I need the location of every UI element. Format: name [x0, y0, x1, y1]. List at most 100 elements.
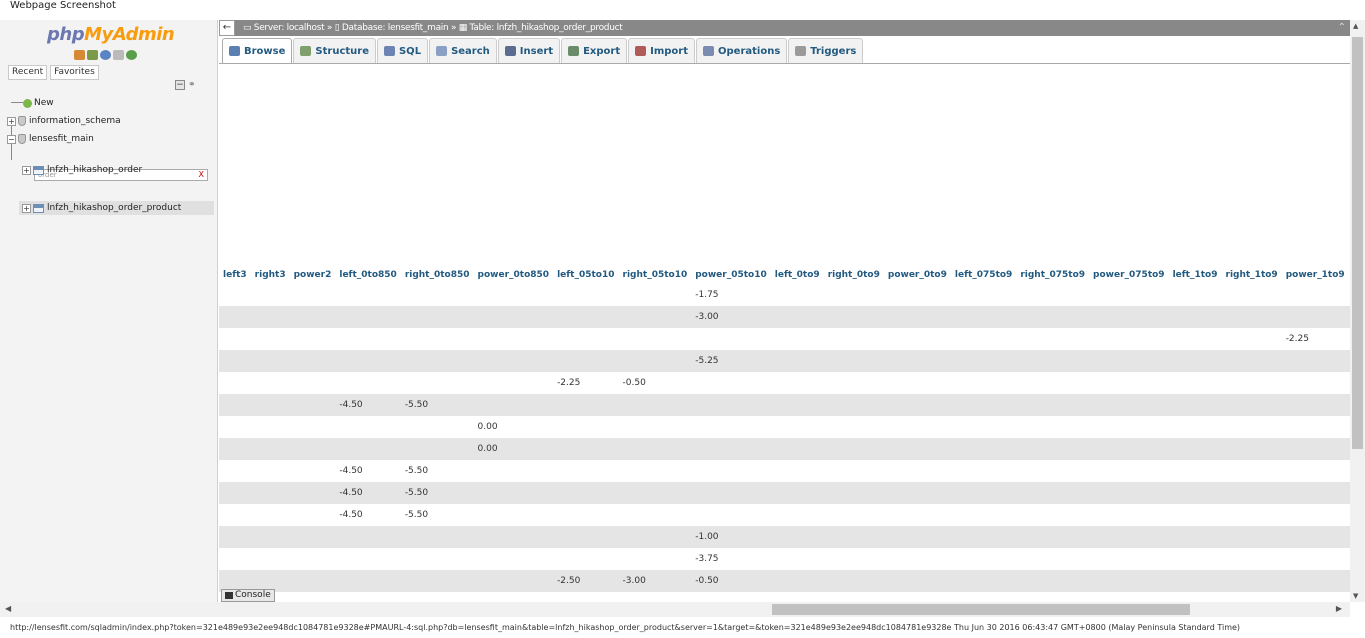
table-row[interactable]: -4.50 -5.50	[219, 504, 1350, 526]
table-cell[interactable]	[618, 328, 692, 350]
table-cell[interactable]	[618, 306, 692, 328]
table-cell[interactable]	[770, 328, 824, 350]
table-cell[interactable]	[553, 504, 619, 526]
table-cell[interactable]	[691, 438, 771, 460]
table-cell[interactable]	[1089, 504, 1169, 526]
table-cell[interactable]	[473, 504, 554, 526]
docs-icon[interactable]	[113, 50, 124, 60]
tree-item-order-table[interactable]: + lnfzh_hikashop_order	[22, 163, 142, 177]
table-cell[interactable]	[950, 284, 1017, 306]
table-cell[interactable]: -3.00	[691, 306, 771, 328]
table-cell[interactable]	[1089, 526, 1169, 548]
table-cell[interactable]	[400, 416, 474, 438]
table-cell[interactable]	[250, 482, 290, 504]
table-cell[interactable]	[883, 372, 951, 394]
table-cell[interactable]	[883, 350, 951, 372]
table-cell[interactable]	[618, 416, 692, 438]
table-cell[interactable]: -1.75	[691, 284, 771, 306]
table-cell[interactable]	[770, 548, 824, 570]
table-cell[interactable]	[473, 372, 554, 394]
table-cell[interactable]: -2.25	[553, 372, 619, 394]
scroll-down-icon[interactable]: ▼	[1353, 592, 1358, 600]
table-cell[interactable]	[823, 416, 884, 438]
table-cell[interactable]	[950, 570, 1017, 592]
table-cell[interactable]	[553, 526, 619, 548]
table-cell[interactable]	[400, 284, 474, 306]
table-cell[interactable]	[1168, 328, 1222, 350]
table-row[interactable]: -1.00	[219, 526, 1350, 548]
table-row[interactable]: -3.75	[219, 548, 1350, 570]
table-cell[interactable]: -5.50	[400, 482, 474, 504]
table-cell[interactable]	[250, 350, 290, 372]
table-cell[interactable]	[770, 438, 824, 460]
vertical-scroll-thumb[interactable]	[1352, 37, 1363, 449]
table-row[interactable]: -2.25	[219, 328, 1350, 350]
table-cell[interactable]	[473, 526, 554, 548]
tab-export[interactable]: Export	[561, 38, 628, 63]
table-cell[interactable]: -5.50	[400, 504, 474, 526]
table-cell[interactable]	[883, 416, 951, 438]
table-cell[interactable]: -5.50	[400, 460, 474, 482]
table-cell[interactable]	[691, 328, 771, 350]
table-cell[interactable]	[1016, 394, 1090, 416]
table-cell[interactable]	[1281, 284, 1349, 306]
table-cell[interactable]	[1168, 284, 1222, 306]
table-cell[interactable]	[1221, 350, 1282, 372]
table-cell[interactable]	[823, 526, 884, 548]
console-button[interactable]: Console	[221, 589, 275, 602]
table-row[interactable]: 0.00	[219, 438, 1350, 460]
table-cell[interactable]	[1016, 504, 1090, 526]
table-cell[interactable]	[1168, 306, 1222, 328]
table-cell[interactable]	[335, 284, 401, 306]
table-cell[interactable]	[823, 350, 884, 372]
table-row[interactable]: -3.00	[219, 306, 1350, 328]
table-cell[interactable]	[219, 350, 251, 372]
table-cell[interactable]	[770, 504, 824, 526]
table-cell[interactable]	[1221, 482, 1282, 504]
table-cell[interactable]	[335, 350, 401, 372]
table-cell[interactable]	[618, 482, 692, 504]
table-row[interactable]: -1.75	[219, 284, 1350, 306]
table-cell[interactable]	[1016, 284, 1090, 306]
table-cell[interactable]	[1221, 526, 1282, 548]
table-cell[interactable]	[1016, 438, 1090, 460]
table-cell[interactable]	[1016, 306, 1090, 328]
table-cell[interactable]	[1221, 504, 1282, 526]
table-cell[interactable]	[691, 394, 771, 416]
collapse-all-icon[interactable]: −	[175, 80, 185, 90]
table-cell[interactable]	[289, 394, 336, 416]
tab-operations[interactable]: Operations	[696, 38, 788, 63]
table-cell[interactable]	[335, 570, 401, 592]
tab-search[interactable]: Search	[429, 38, 497, 63]
table-cell[interactable]	[770, 460, 824, 482]
table-cell[interactable]: -4.50	[335, 504, 401, 526]
table-cell[interactable]	[770, 482, 824, 504]
table-cell[interactable]	[289, 284, 336, 306]
table-cell[interactable]	[618, 548, 692, 570]
table-row[interactable]: -4.50 -5.50	[219, 482, 1350, 504]
table-cell[interactable]	[335, 438, 401, 460]
table-cell[interactable]	[1281, 526, 1349, 548]
column-header[interactable]: right_0to850	[400, 265, 474, 284]
table-cell[interactable]	[553, 482, 619, 504]
column-header[interactable]: right3	[250, 265, 290, 284]
table-cell[interactable]	[473, 394, 554, 416]
table-cell[interactable]	[289, 548, 336, 570]
table-cell[interactable]	[950, 328, 1017, 350]
table-cell[interactable]: -4.50	[335, 460, 401, 482]
table-cell[interactable]	[1281, 306, 1349, 328]
phpmyadmin-logo[interactable]: phpMyAdmin	[47, 24, 175, 45]
table-cell[interactable]	[553, 284, 619, 306]
table-cell[interactable]	[553, 548, 619, 570]
column-header[interactable]: power_1to9	[1281, 265, 1349, 284]
table-cell[interactable]	[250, 328, 290, 350]
reload-icon[interactable]	[126, 50, 137, 60]
table-cell[interactable]	[1281, 482, 1349, 504]
table-cell[interactable]	[618, 284, 692, 306]
scroll-right-icon[interactable]: ▶	[1336, 604, 1342, 613]
table-cell[interactable]: -2.50	[553, 570, 619, 592]
table-cell[interactable]	[1016, 482, 1090, 504]
table-cell[interactable]	[950, 548, 1017, 570]
table-cell[interactable]	[335, 306, 401, 328]
table-cell[interactable]	[1089, 328, 1169, 350]
